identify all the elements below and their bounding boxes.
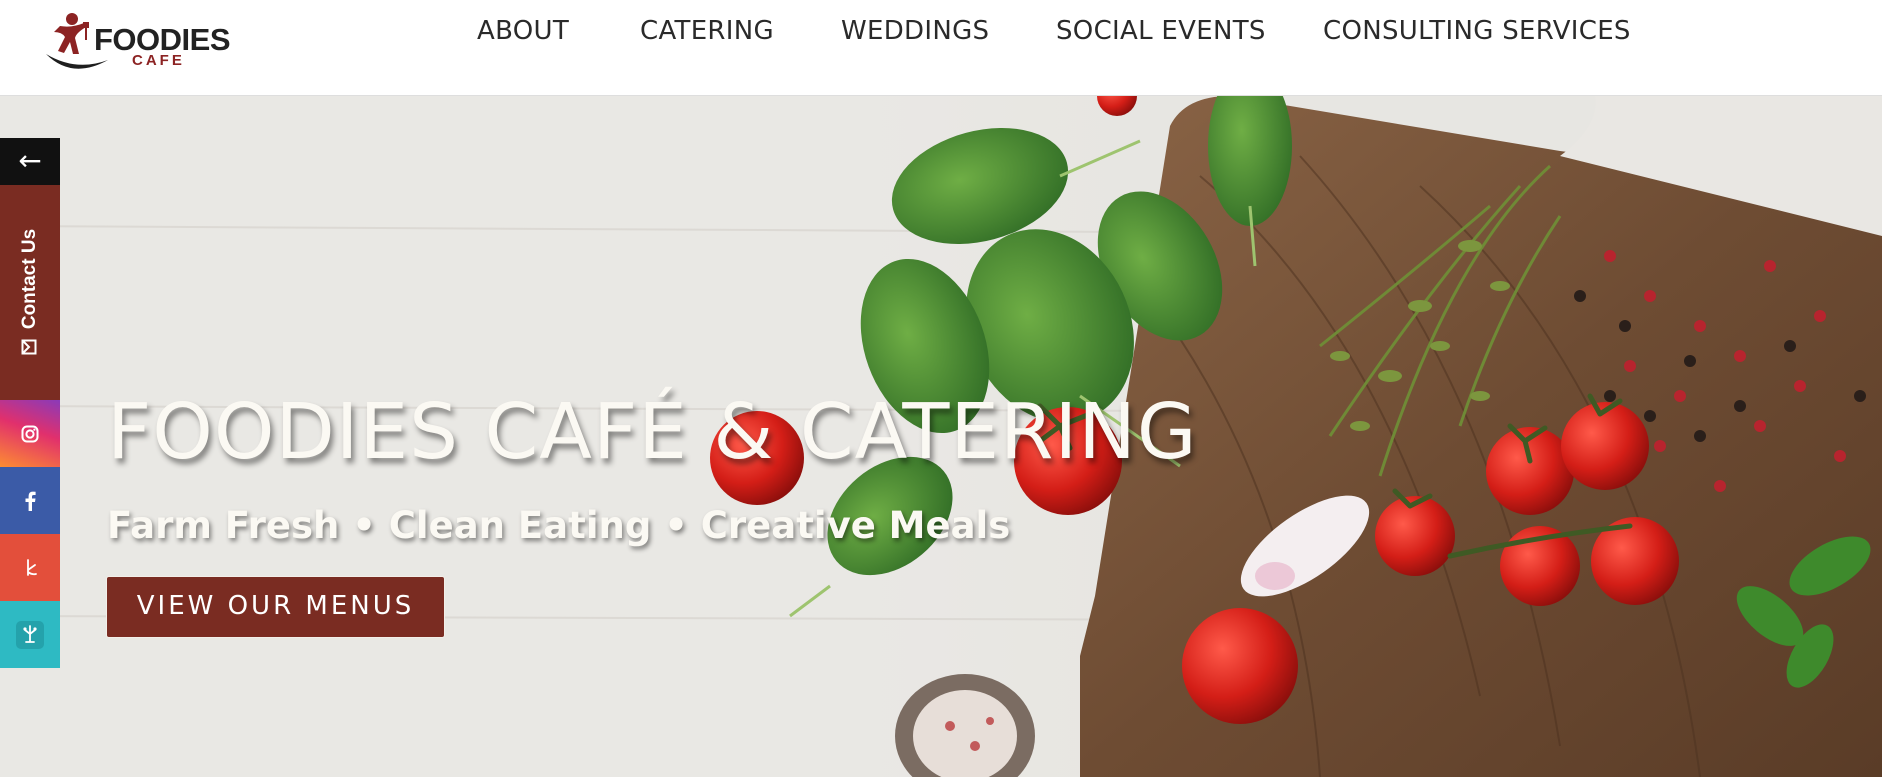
tripadvisor-link[interactable]: [0, 601, 60, 668]
view-menus-button[interactable]: VIEW OUR MENUS: [106, 576, 445, 638]
facebook-icon: [25, 491, 36, 511]
hero-banner: FOODIES CAFÉ & CATERING Farm Fresh • Cle…: [0, 96, 1882, 777]
facebook-link[interactable]: [0, 467, 60, 534]
nav-item-catering[interactable]: CATERING: [640, 16, 774, 46]
hero-subtitle: Farm Fresh • Clean Eating • Creative Mea…: [107, 504, 1011, 547]
nav-item-about[interactable]: ABOUT: [477, 16, 569, 46]
foodies-cafe-logo[interactable]: FOODIES CAFE: [42, 10, 262, 74]
contact-us-text: Contact Us: [19, 228, 40, 330]
instagram-icon: [21, 425, 39, 442]
yelp-icon: [27, 558, 37, 576]
arrow-left-icon: ←: [18, 144, 42, 177]
yelp-link[interactable]: [0, 534, 60, 601]
tripadvisor-icon: [16, 620, 44, 649]
contact-us-label: Contact Us: [19, 192, 41, 392]
site-header: FOODIES CAFE ABOUT CATERING WEDDINGS SOC…: [0, 0, 1882, 96]
nav-item-weddings[interactable]: WEDDINGS: [841, 16, 989, 46]
instagram-link[interactable]: [0, 400, 60, 467]
contact-us-tab[interactable]: Contact Us: [0, 185, 60, 400]
message-icon: [21, 339, 37, 355]
sidebar-collapse-button[interactable]: ←: [0, 138, 60, 185]
hero-title: FOODIES CAFÉ & CATERING: [107, 388, 1198, 477]
logo-subtitle: CAFE: [132, 52, 185, 69]
nav-item-consulting-services[interactable]: CONSULTING SERVICES: [1323, 16, 1631, 46]
nav-item-social-events[interactable]: SOCIAL EVENTS: [1056, 16, 1266, 46]
